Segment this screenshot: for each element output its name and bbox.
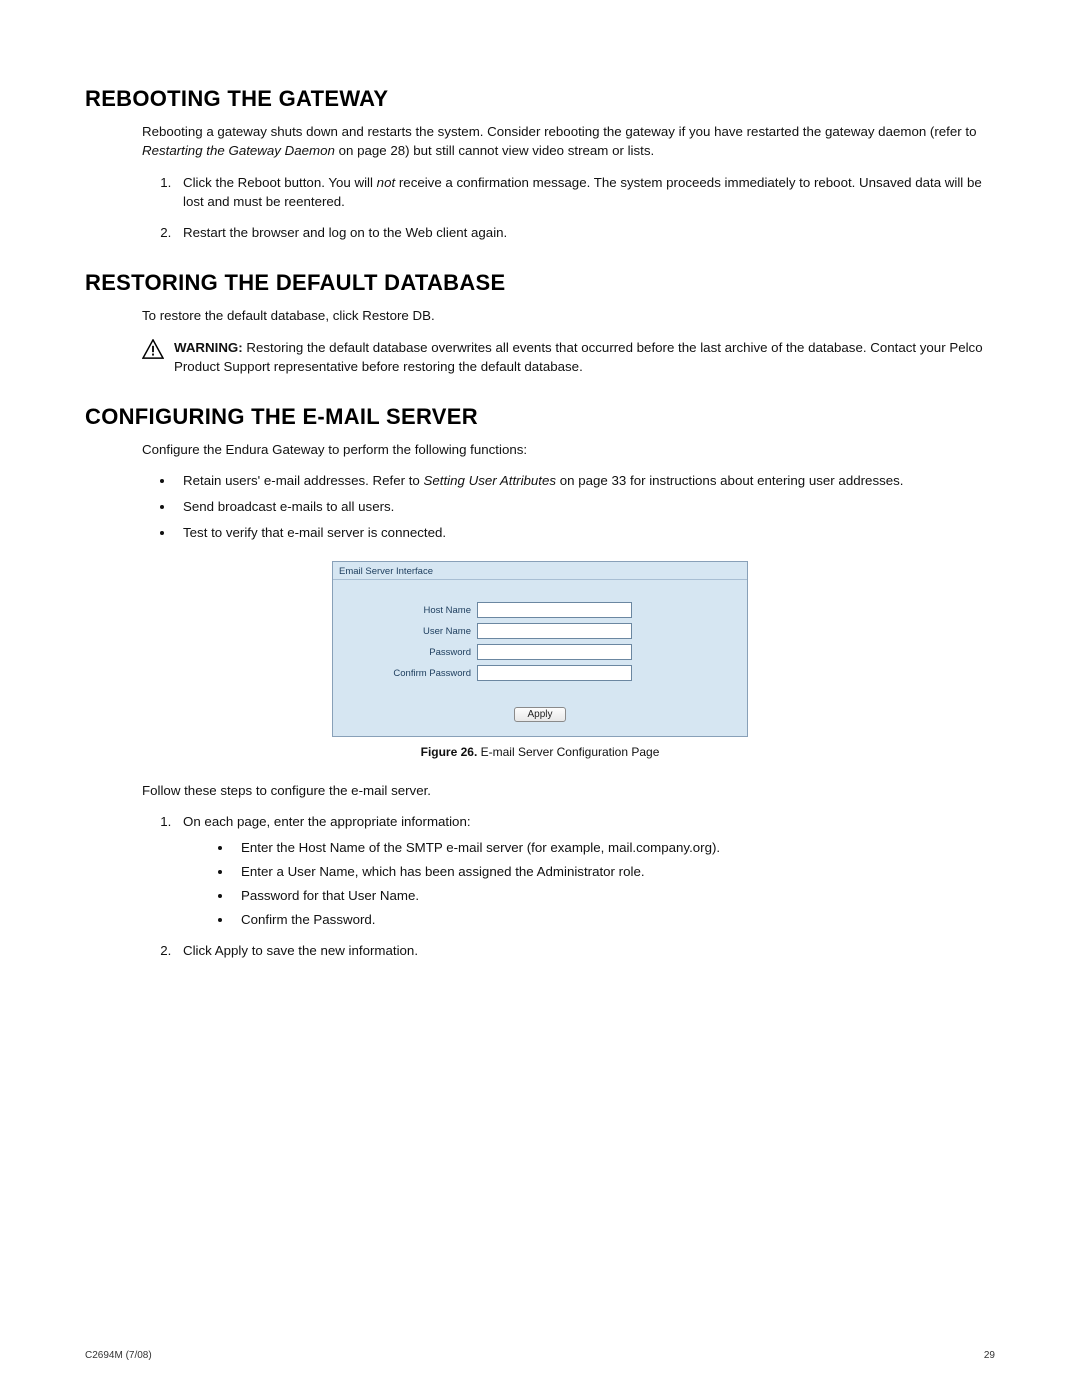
email-b1: Retain users' e-mail addresses. Refer to… (175, 471, 995, 491)
row-username: User Name (353, 623, 727, 639)
config-step1-text: On each page, enter the appropriate info… (183, 814, 471, 829)
confirm-label: Confirm Password (353, 668, 473, 679)
figure-label: Figure 26. (421, 745, 478, 759)
email-b1-b: on page 33 for instructions about enteri… (556, 473, 903, 488)
hostname-label: Host Name (353, 605, 473, 616)
row-password: Password (353, 644, 727, 660)
figure-text: E-mail Server Configuration Page (477, 745, 659, 759)
reboot-step1-a: Click the Reboot button. You will (183, 175, 377, 190)
warning-body: Restoring the default database overwrite… (174, 340, 983, 374)
warning-block: WARNING: Restoring the default database … (142, 338, 995, 377)
apply-button[interactable]: Apply (514, 707, 565, 722)
s1b3: Password for that User Name. (233, 886, 995, 906)
reboot-steps: Click the Reboot button. You will not re… (175, 173, 995, 243)
config-step-2: Click Apply to save the new information. (175, 941, 995, 960)
username-input[interactable] (477, 623, 632, 639)
reboot-step1-not: not (377, 175, 396, 190)
row-hostname: Host Name (353, 602, 727, 618)
apply-row: Apply (353, 686, 727, 732)
follow-intro: Follow these steps to configure the e-ma… (142, 781, 995, 800)
password-input[interactable] (477, 644, 632, 660)
reboot-intro: Rebooting a gateway shuts down and resta… (142, 122, 995, 161)
reboot-intro-b: on page 28) but still cannot view video … (335, 143, 654, 158)
heading-rebooting: REBOOTING THE GATEWAY (85, 86, 995, 112)
email-b3: Test to verify that e-mail server is con… (175, 523, 995, 543)
row-confirm: Confirm Password (353, 665, 727, 681)
confirm-input[interactable] (477, 665, 632, 681)
config-step-1: On each page, enter the appropriate info… (175, 812, 995, 929)
email-panel-title: Email Server Interface (333, 562, 747, 580)
figure-caption: Figure 26. E-mail Server Configuration P… (85, 745, 995, 759)
username-label: User Name (353, 626, 473, 637)
s1b1: Enter the Host Name of the SMTP e-mail s… (233, 838, 995, 858)
email-bullets: Retain users' e-mail addresses. Refer to… (175, 471, 995, 543)
heading-restoring: RESTORING THE DEFAULT DATABASE (85, 270, 995, 296)
restore-intro: To restore the default database, click R… (142, 306, 995, 325)
email-server-panel: Email Server Interface Host Name User Na… (332, 561, 748, 737)
s1b4: Confirm the Password. (233, 910, 995, 930)
config-steps: On each page, enter the appropriate info… (175, 812, 995, 960)
footer-right: 29 (984, 1350, 995, 1361)
reboot-intro-ref: Restarting the Gateway Daemon (142, 143, 335, 158)
config-step1-bullets: Enter the Host Name of the SMTP e-mail s… (233, 838, 995, 930)
reboot-intro-a: Rebooting a gateway shuts down and resta… (142, 124, 976, 139)
password-label: Password (353, 647, 473, 658)
email-b2: Send broadcast e-mails to all users. (175, 497, 995, 517)
reboot-step-2: Restart the browser and log on to the We… (175, 223, 995, 242)
email-b1-ref: Setting User Attributes (424, 473, 557, 488)
warning-label: WARNING: (174, 340, 243, 355)
email-form: Host Name User Name Password Confirm Pas… (333, 580, 747, 736)
warning-text: WARNING: Restoring the default database … (174, 338, 995, 377)
heading-email: CONFIGURING THE E-MAIL SERVER (85, 404, 995, 430)
email-intro: Configure the Endura Gateway to perform … (142, 440, 995, 459)
warning-icon (142, 339, 164, 359)
hostname-input[interactable] (477, 602, 632, 618)
footer-left: C2694M (7/08) (85, 1350, 152, 1361)
s1b2: Enter a User Name, which has been assign… (233, 862, 995, 882)
reboot-step-1: Click the Reboot button. You will not re… (175, 173, 995, 212)
page-footer: C2694M (7/08) 29 (85, 1350, 995, 1361)
email-b1-a: Retain users' e-mail addresses. Refer to (183, 473, 424, 488)
